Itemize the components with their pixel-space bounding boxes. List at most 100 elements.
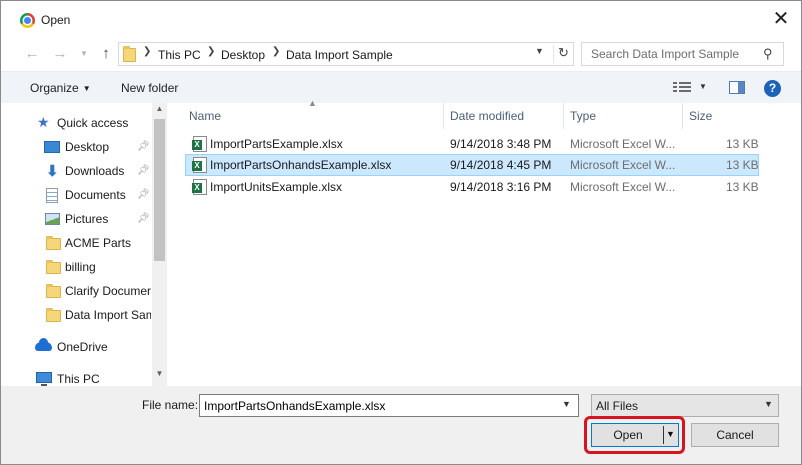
address-dropdown-icon[interactable]: ▼ [535, 46, 544, 56]
file-type-select[interactable]: All Files ▼ [591, 394, 779, 417]
sidebar-item-downloads[interactable]: ⬇ Downloads 📌︎ [1, 160, 151, 182]
sidebar-item-onedrive[interactable]: OneDrive [1, 336, 151, 358]
sidebar-item-pictures[interactable]: Pictures 📌︎ [1, 208, 151, 230]
breadcrumb-separator-icon[interactable]: ❯ [272, 46, 280, 57]
column-header-size[interactable]: Size [683, 103, 761, 129]
forward-button[interactable]: → [49, 43, 71, 65]
sidebar-item-quick-access[interactable]: ★ Quick access [1, 112, 151, 134]
sidebar-item-billing[interactable]: billing [1, 256, 151, 278]
open-dialog: Open ✕ ← → ▼ ↑ ❯ This PC ❯ Desktop ❯ Dat… [0, 0, 802, 465]
up-button[interactable]: ↑ [95, 43, 117, 65]
file-type: Microsoft Excel W... [570, 137, 676, 151]
sidebar-item-label: OneDrive [57, 340, 108, 354]
open-button[interactable]: Open ▼ [591, 423, 679, 447]
search-input[interactable] [582, 43, 760, 65]
excel-file-icon [192, 157, 207, 173]
sidebar-item-label: This PC [57, 372, 100, 386]
preview-pane-icon[interactable] [729, 81, 745, 94]
pin-icon: 📌︎ [137, 165, 150, 176]
breadcrumb-desktop[interactable]: Desktop [221, 48, 265, 62]
file-name-input[interactable] [200, 395, 556, 416]
scrollbar-thumb[interactable] [154, 119, 165, 261]
column-header-type[interactable]: Type [564, 103, 683, 129]
file-size: 13 KB [726, 158, 759, 172]
chrome-icon [20, 13, 35, 28]
pictures-icon [45, 213, 60, 225]
close-icon: ✕ [772, 8, 790, 30]
close-button[interactable]: ✕ [767, 7, 795, 33]
address-bar[interactable]: ❯ This PC ❯ Desktop ❯ Data Import Sample… [118, 42, 574, 66]
download-icon: ⬇ [46, 163, 59, 180]
recent-locations-button[interactable]: ▼ [73, 43, 95, 65]
back-button[interactable]: ← [21, 43, 43, 65]
organize-button[interactable]: Organize ▼ [30, 81, 91, 95]
table-row-selected[interactable]: ImportPartsOnhandsExample.xlsx 9/14/2018… [185, 154, 759, 176]
sidebar-item-acme-parts[interactable]: ACME Parts [1, 232, 151, 254]
chevron-down-icon: ▼ [82, 84, 91, 93]
file-name: ImportPartsExample.xlsx [210, 137, 343, 151]
file-date: 9/14/2018 3:48 PM [450, 137, 552, 151]
sidebar-item-clarify-documents[interactable]: Clarify Documer [1, 280, 151, 302]
sidebar-item-label: Clarify Documer [65, 284, 151, 298]
folder-icon [46, 260, 61, 274]
breadcrumb-data-import-sample[interactable]: Data Import Sample [286, 48, 393, 62]
pin-icon: 📌︎ [137, 213, 150, 224]
cancel-button-label: Cancel [716, 428, 754, 442]
sidebar-item-label: Documents [65, 188, 126, 202]
arrow-left-icon: ← [24, 45, 40, 62]
sidebar-item-data-import-sample[interactable]: Data Import Sam [1, 304, 151, 326]
chevron-down-icon: ▼ [764, 399, 773, 409]
file-type: Microsoft Excel W... [570, 158, 676, 172]
table-row[interactable]: ImportUnitsExample.xlsx 9/14/2018 3:16 P… [185, 176, 759, 198]
sidebar-item-label: Data Import Sam [65, 308, 151, 322]
sidebar-item-documents[interactable]: Documents 📌︎ [1, 184, 151, 206]
help-icon[interactable]: ? [764, 80, 781, 97]
file-name: ImportUnitsExample.xlsx [210, 180, 343, 194]
table-row[interactable]: ImportPartsExample.xlsx 9/14/2018 3:48 P… [185, 133, 759, 155]
file-size: 13 KB [726, 180, 759, 194]
navigation-pane: ★ Quick access Desktop 📌︎ ⬇ Downloads 📌︎… [1, 103, 167, 386]
scroll-up-icon[interactable]: ▲ [152, 104, 167, 118]
computer-icon [36, 372, 52, 386]
breadcrumb-separator-icon[interactable]: ❯ [207, 46, 215, 57]
file-type: Microsoft Excel W... [570, 180, 676, 194]
command-toolbar: Organize ▼ New folder ▼ ? [1, 71, 801, 103]
column-header-date[interactable]: Date modified [444, 103, 564, 129]
refresh-button[interactable]: ↻ [553, 45, 573, 63]
search-box: ⚲ [581, 42, 784, 66]
cloud-icon [35, 338, 52, 351]
folder-icon [123, 46, 136, 62]
star-icon: ★ [37, 114, 50, 130]
new-folder-button[interactable]: New folder [121, 81, 178, 95]
desktop-icon [44, 141, 60, 153]
sidebar-item-label: Quick access [57, 116, 129, 130]
open-options-dropdown-icon[interactable]: ▼ [666, 429, 675, 439]
cancel-button[interactable]: Cancel [691, 423, 779, 447]
column-header-name[interactable]: Name [183, 103, 444, 129]
view-details-icon[interactable] [673, 81, 691, 95]
folder-icon [46, 308, 61, 322]
scroll-down-icon[interactable]: ▼ [152, 369, 167, 383]
pin-icon: 📌︎ [137, 189, 150, 200]
sidebar-item-label: billing [65, 260, 96, 274]
sidebar-item-desktop[interactable]: Desktop 📌︎ [1, 136, 151, 158]
sidebar-item-label: Pictures [65, 212, 109, 226]
sidebar-item-label: Desktop [65, 140, 110, 154]
file-list: ▲ Name Date modified Type Size ImportPar… [177, 98, 801, 386]
sidebar-scrollbar[interactable]: ▲ ▼ [152, 103, 167, 386]
dialog-footer: File name: ▼ All Files ▼ Open ▼ Cancel [1, 386, 801, 464]
breadcrumb-this-pc[interactable]: This PC [158, 48, 201, 62]
breadcrumb-separator-icon[interactable]: ❯ [143, 46, 151, 57]
folder-icon [46, 284, 61, 298]
pin-icon: 📌︎ [137, 141, 150, 152]
arrow-right-icon: → [52, 45, 68, 62]
refresh-icon: ↻ [558, 45, 569, 60]
file-name: ImportPartsOnhandsExample.xlsx [210, 158, 392, 172]
navigation-bar: ← → ▼ ↑ ❯ This PC ❯ Desktop ❯ Data Impor… [1, 39, 801, 69]
search-icon[interactable]: ⚲ [763, 46, 773, 62]
chevron-down-icon[interactable]: ▼ [562, 399, 571, 409]
file-date: 9/14/2018 3:16 PM [450, 180, 552, 194]
documents-icon [46, 188, 58, 203]
split-divider [663, 426, 664, 444]
view-options-dropdown-icon[interactable]: ▼ [699, 82, 707, 91]
